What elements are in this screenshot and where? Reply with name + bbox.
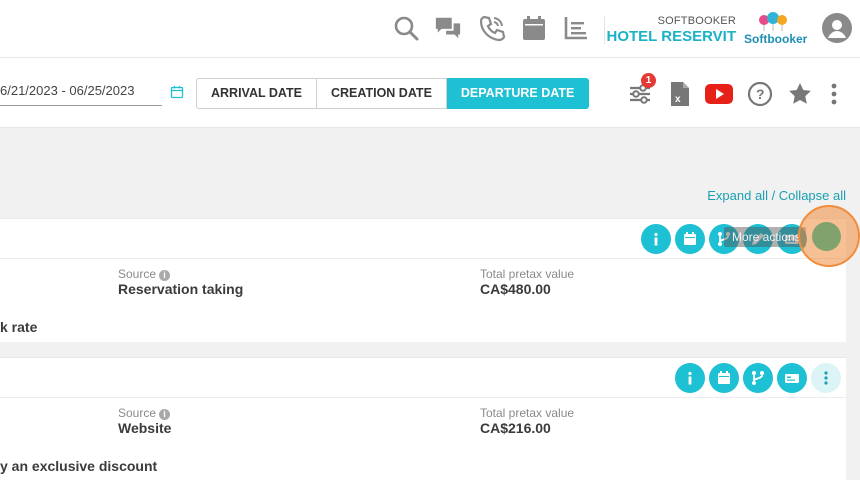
star-icon[interactable]: [786, 80, 814, 108]
svg-text:x: x: [675, 94, 681, 105]
source-label: Source i: [118, 267, 171, 281]
tab-creation-date[interactable]: CREATION DATE: [316, 78, 447, 109]
filter-bar: 6/21/2023 - 06/25/2023 ARRIVAL DATE CREA…: [0, 58, 860, 128]
expand-collapse-all-link[interactable]: Expand all / Collapse all: [707, 188, 846, 203]
source-value: Reservation taking: [118, 281, 244, 297]
top-bar: SOFTBOOKER HOTEL RESERVIT Softbooker: [0, 0, 860, 58]
tab-departure-date[interactable]: DEPARTURE DATE: [446, 78, 590, 109]
calendar-button[interactable]: [709, 363, 739, 393]
more-actions-button[interactable]: [811, 363, 841, 393]
total-value: CA$480.00: [480, 281, 551, 297]
info-button[interactable]: [641, 224, 671, 254]
date-range-input[interactable]: 6/21/2023 - 06/25/2023: [0, 82, 162, 106]
svg-text:?: ?: [756, 86, 765, 102]
split-reservation-button[interactable]: [743, 363, 773, 393]
rate-text: k rate: [0, 319, 38, 335]
filter-count-badge: 1: [641, 73, 656, 88]
chart-icon[interactable]: [561, 13, 591, 43]
help-icon[interactable]: ?: [746, 80, 774, 108]
info-icon[interactable]: i: [159, 409, 171, 420]
card-header: [0, 358, 846, 398]
brand-label: SOFTBOOKER: [657, 15, 736, 27]
more-actions-button-hovered[interactable]: [812, 222, 841, 251]
total-label: Total pretax value: [480, 406, 575, 420]
source-value: Website: [118, 420, 172, 436]
excel-export-icon[interactable]: x: [666, 80, 694, 108]
calendar-button[interactable]: [675, 224, 705, 254]
info-button[interactable]: [675, 363, 705, 393]
info-icon[interactable]: i: [159, 270, 171, 281]
tab-arrival-date[interactable]: ARRIVAL DATE: [196, 78, 317, 109]
card-header: [0, 219, 846, 259]
logo-text: Softbooker: [744, 32, 808, 46]
youtube-icon[interactable]: [705, 80, 733, 108]
kebab-menu-icon[interactable]: [824, 80, 844, 108]
hotel-name[interactable]: HOTEL RESERVIT: [600, 28, 736, 45]
total-value: CA$216.00: [480, 420, 551, 436]
user-icon[interactable]: [822, 13, 852, 43]
reservation-card: Source i Reservation taking Total pretax …: [0, 218, 846, 342]
payment-button[interactable]: [777, 363, 807, 393]
more-actions-tooltip: More actions: [724, 227, 806, 247]
search-icon[interactable]: [391, 13, 421, 43]
source-label: Source i: [118, 406, 171, 420]
date-type-tabs: ARRIVAL DATE CREATION DATE DEPARTURE DAT…: [196, 78, 590, 109]
calendar-icon[interactable]: [519, 13, 549, 43]
reservation-card: Source i Website Total pretax value CA$21…: [0, 357, 846, 480]
rate-text: y an exclusive discount: [0, 458, 158, 474]
phone-icon[interactable]: [477, 13, 507, 43]
softbooker-logo[interactable]: Softbooker: [744, 12, 808, 48]
chat-icon[interactable]: [433, 13, 463, 43]
date-picker-icon[interactable]: [170, 85, 184, 99]
total-label: Total pretax value: [480, 267, 575, 281]
